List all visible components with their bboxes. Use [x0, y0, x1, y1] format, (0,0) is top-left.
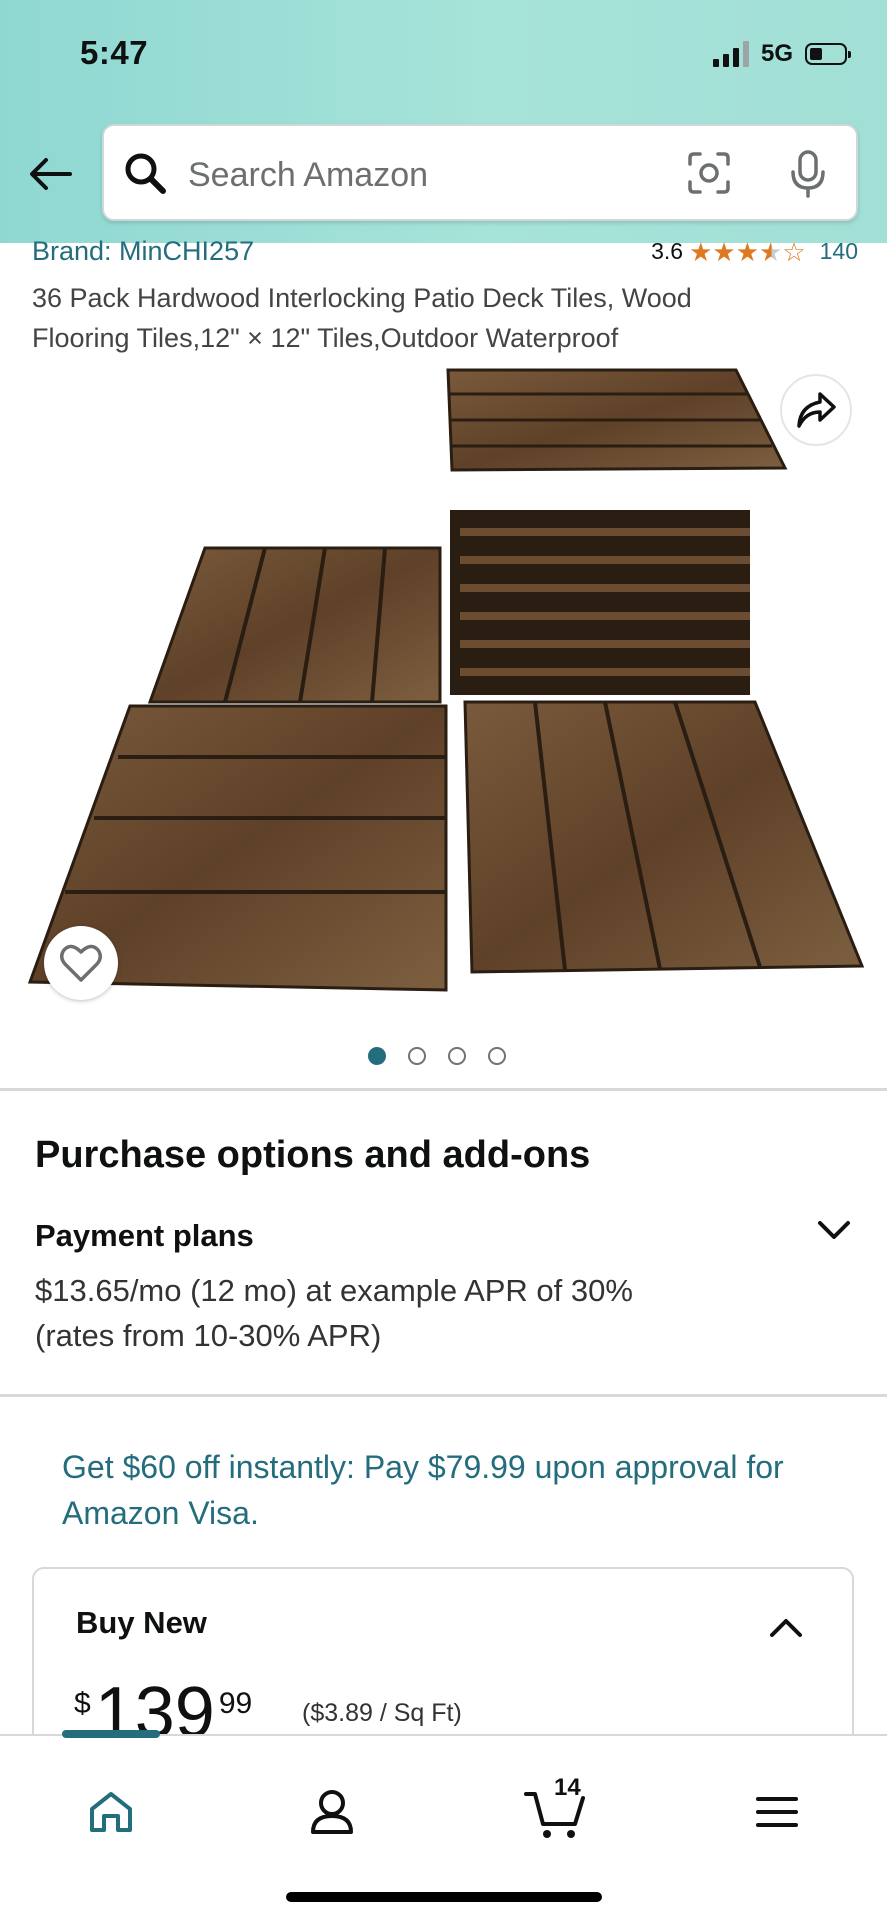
- account-icon: [311, 1790, 353, 1834]
- cart-count-badge: 14: [554, 1774, 581, 1801]
- star-full-icon: ★: [689, 236, 713, 267]
- menu-icon: [756, 1797, 798, 1827]
- divider: [0, 1088, 887, 1091]
- divider: [0, 1394, 887, 1397]
- camera-lens-icon[interactable]: [686, 150, 732, 196]
- rating-stars: ★ ★ ★ ★ ☆: [689, 239, 806, 265]
- network-type: 5G: [760, 40, 793, 67]
- product-image[interactable]: [20, 360, 870, 1010]
- search-icon: [125, 153, 166, 194]
- home-indicator: [286, 1892, 602, 1902]
- carousel-dot[interactable]: [408, 1047, 426, 1065]
- carousel-dot[interactable]: [368, 1047, 386, 1065]
- price-currency: $: [74, 1687, 91, 1720]
- app-header: 5:47 5G Search Amazon: [0, 0, 887, 243]
- back-button[interactable]: [26, 150, 74, 198]
- image-carousel-dots[interactable]: [368, 1047, 506, 1065]
- tile-stack: [446, 368, 788, 695]
- carousel-dot[interactable]: [448, 1047, 466, 1065]
- chevron-down-icon[interactable]: [816, 1212, 852, 1248]
- carousel-dot[interactable]: [488, 1047, 506, 1065]
- share-icon: [797, 392, 836, 428]
- wishlist-button[interactable]: [44, 926, 118, 1000]
- payment-plans-title[interactable]: Payment plans: [35, 1218, 254, 1254]
- home-icon: [90, 1792, 132, 1832]
- unit-price: ($3.89 / Sq Ft): [302, 1699, 462, 1727]
- star-full-icon: ★: [735, 236, 759, 267]
- active-tab-indicator: [62, 1730, 160, 1738]
- share-button[interactable]: [780, 374, 852, 446]
- brand-link[interactable]: Brand: MinCHI257: [32, 236, 254, 267]
- rating-value: 3.6: [651, 238, 684, 264]
- battery-icon: [805, 43, 851, 65]
- cellular-signal-icon: [712, 41, 749, 67]
- heart-icon: [60, 944, 102, 982]
- visa-promo-link[interactable]: Get $60 off instantly: Pay $79.99 upon a…: [62, 1444, 842, 1536]
- search-placeholder: Search Amazon: [188, 156, 429, 194]
- search-input[interactable]: Search Amazon: [102, 124, 858, 221]
- microphone-icon[interactable]: [788, 148, 828, 200]
- arrow-left-icon: [30, 158, 72, 190]
- star-half-icon: ★: [759, 236, 783, 267]
- rating[interactable]: 3.6 ★ ★ ★ ★ ☆ 140: [651, 238, 858, 265]
- star-full-icon: ★: [712, 236, 736, 267]
- product-title: 36 Pack Hardwood Interlocking Patio Deck…: [32, 283, 692, 353]
- nav-home[interactable]: [71, 1772, 151, 1852]
- price-cents: 99: [218, 1687, 253, 1720]
- buy-new-title[interactable]: Buy New: [76, 1605, 207, 1641]
- nav-cart[interactable]: 14: [516, 1772, 596, 1852]
- nav-menu[interactable]: [737, 1772, 817, 1852]
- brand-rating-row: Brand: MinCHI257 3.6 ★ ★ ★ ★ ☆ 140: [32, 236, 858, 268]
- nav-account[interactable]: [292, 1772, 372, 1852]
- payment-plans-description: $13.65/mo (12 mo) at example APR of 30% …: [35, 1273, 633, 1353]
- star-empty-icon: ☆: [782, 236, 806, 267]
- rating-count: 140: [819, 238, 858, 264]
- section-title: Purchase options and add-ons: [35, 1134, 591, 1176]
- status-icons: 5G: [712, 40, 851, 68]
- status-time: 5:47: [80, 34, 149, 71]
- chevron-up-icon[interactable]: [768, 1613, 804, 1643]
